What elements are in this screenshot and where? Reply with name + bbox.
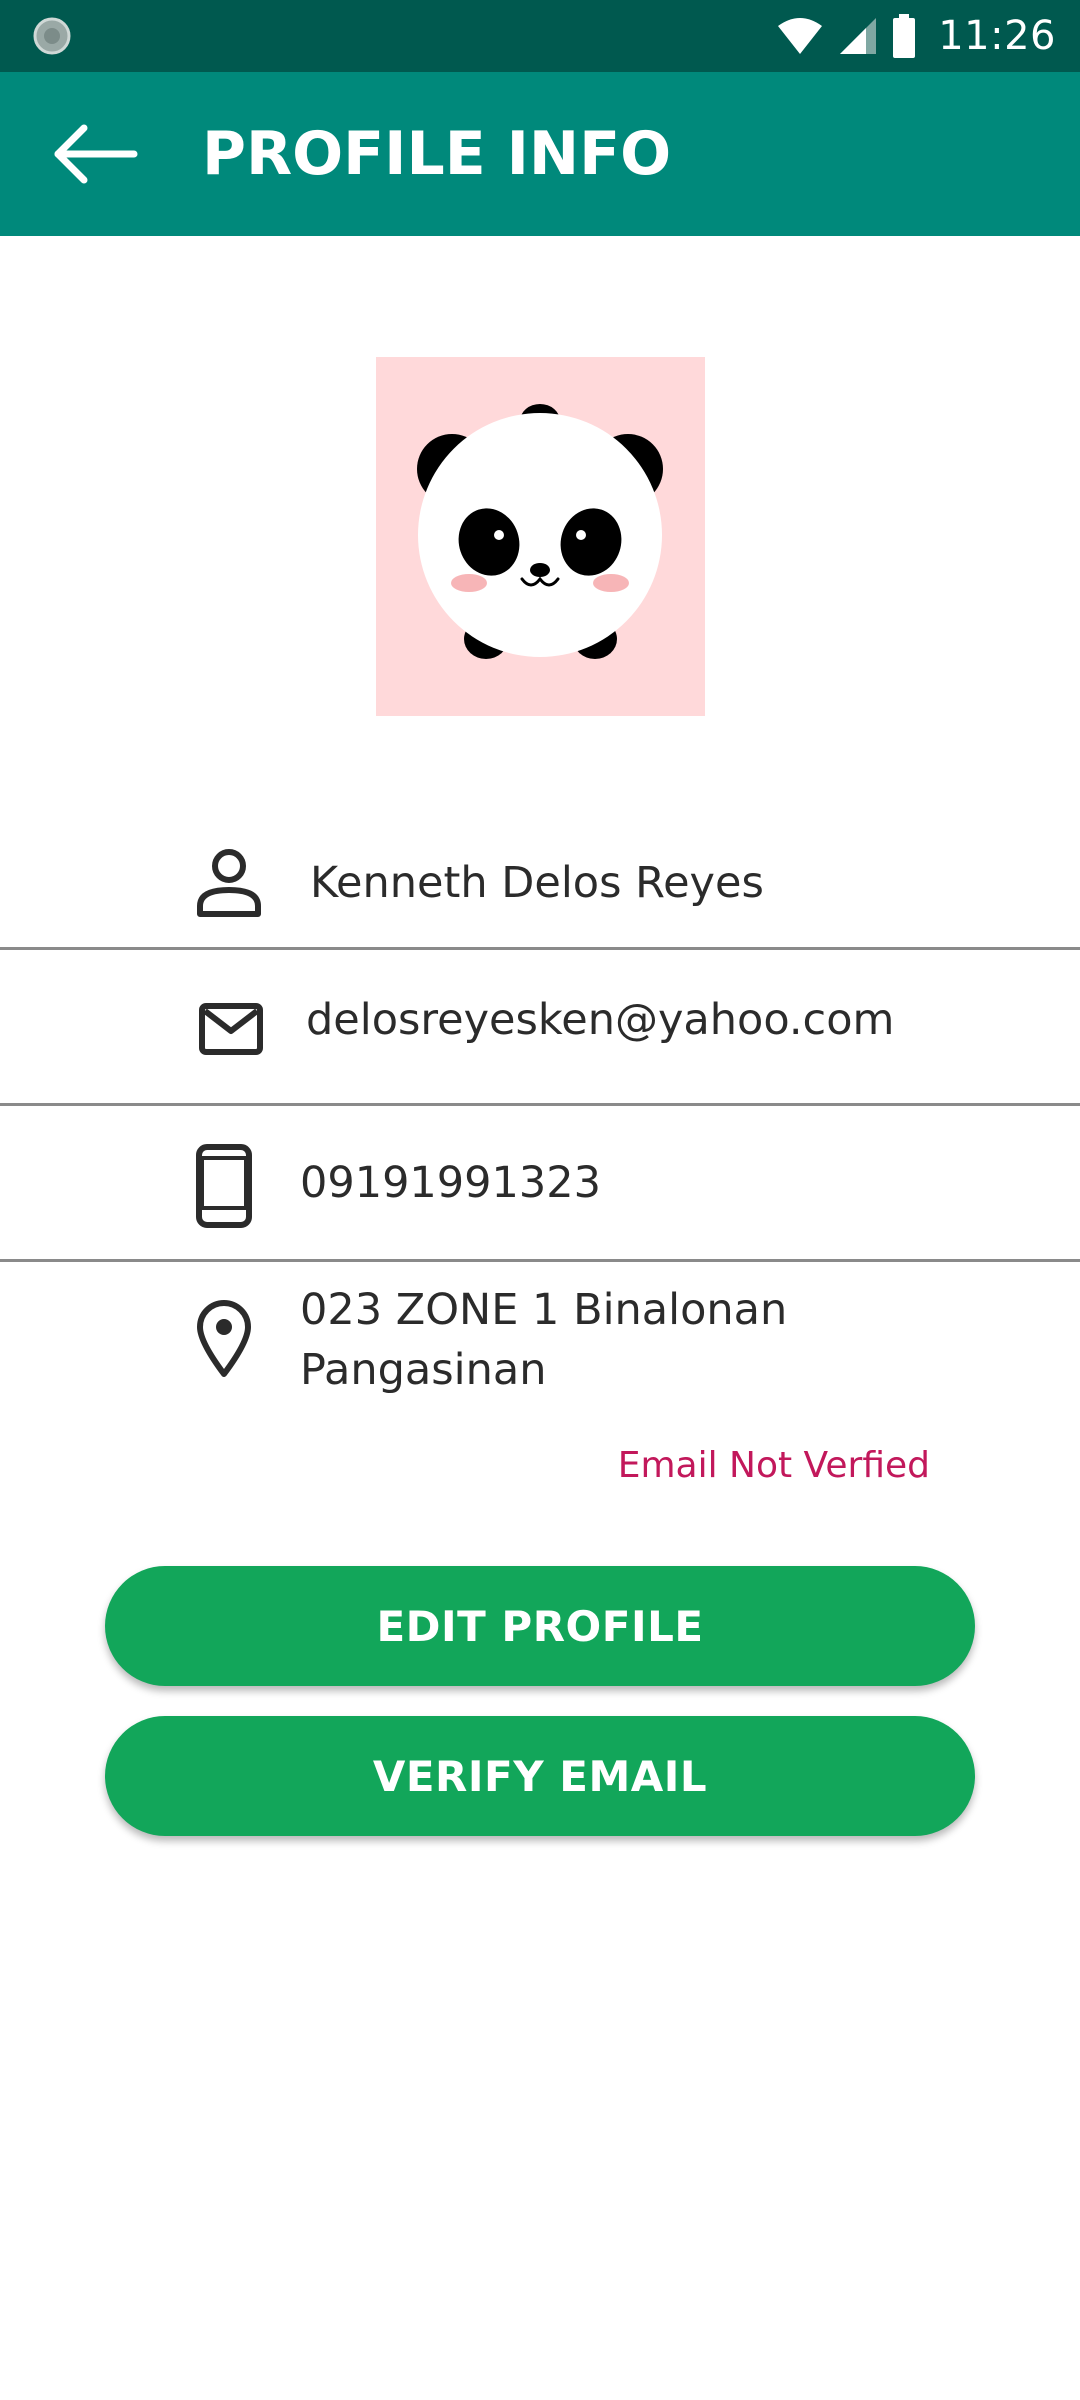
back-button[interactable] — [40, 114, 150, 194]
verify-email-button[interactable]: VERIFY EMAIL — [105, 1716, 975, 1836]
divider — [0, 1103, 1080, 1106]
page-title: PROFILE INFO — [202, 119, 672, 189]
status-time: 11:26 — [938, 13, 1056, 59]
divider — [0, 947, 1080, 950]
person-icon — [197, 849, 261, 917]
status-bar: 11:26 — [0, 0, 1080, 72]
arrow-back-icon — [54, 124, 138, 184]
name-row: Kenneth Delos Reyes — [0, 848, 1080, 948]
mail-icon — [199, 1003, 263, 1055]
phone-icon — [196, 1144, 252, 1228]
email-status-label: Email Not Verfied — [617, 1445, 930, 1486]
panda-avatar[interactable] — [376, 357, 705, 716]
wifi-icon — [778, 18, 823, 54]
status-indicators: 11:26 — [776, 0, 1056, 72]
profile-phone: 09191991323 — [300, 1158, 601, 1208]
profile-info-screen: 11:26 PROFILE INFO Kenneth Delos Reyes d… — [0, 0, 1080, 2400]
address-line-2: Pangasinan — [300, 1345, 547, 1395]
profile-name: Kenneth Delos Reyes — [310, 858, 764, 908]
location-pin-icon — [197, 1300, 251, 1377]
panda-image — [417, 404, 663, 659]
address-line-1: 023 ZONE 1 Binalonan — [300, 1285, 788, 1335]
edit-profile-button[interactable]: EDIT PROFILE — [105, 1566, 975, 1686]
battery-icon — [893, 14, 916, 58]
signal-icon — [840, 18, 877, 54]
profile-address: 023 ZONE 1 Binalonan Pangasinan — [300, 1280, 1000, 1400]
app-notification-icon — [33, 17, 71, 55]
profile-email: delosreyesken@yahoo.com — [306, 995, 895, 1045]
divider — [0, 1259, 1080, 1262]
app-bar: PROFILE INFO — [0, 72, 1080, 236]
phone-row: 09191991323 — [0, 1140, 1080, 1230]
email-row: delosreyesken@yahoo.com — [0, 995, 1080, 1075]
